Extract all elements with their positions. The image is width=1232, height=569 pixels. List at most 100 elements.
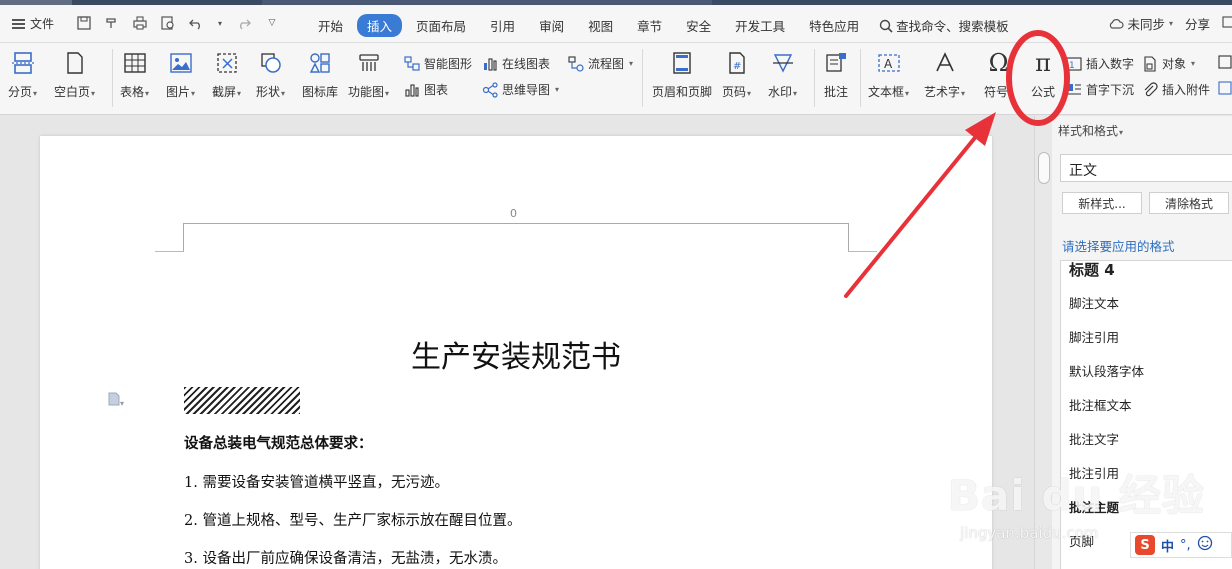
watermark-button[interactable]: 水印▾ xyxy=(768,49,797,100)
function-chart-icon xyxy=(355,49,383,77)
style-prompt: 请选择要应用的格式 xyxy=(1062,239,1175,254)
list-item[interactable]: 2. 管道上规格、型号、生产厂家标示放在醒目位置。 xyxy=(184,509,521,530)
shapes-icon xyxy=(257,49,285,77)
quick-access-toolbar: ▾ ▽ xyxy=(76,15,280,31)
tab-insert[interactable]: 插入 xyxy=(357,14,403,37)
art-text-label: 艺术字 xyxy=(924,85,961,99)
tab-references[interactable]: 引用 xyxy=(480,14,525,37)
textbox-icon: A xyxy=(875,49,903,77)
style-item[interactable]: 脚注文本 xyxy=(1069,293,1119,312)
svg-text:A: A xyxy=(884,57,893,71)
ime-mode[interactable]: 中 xyxy=(1161,536,1174,555)
insert-ribbon: 分页▾ 空白页▾ 表格▾ 图片▾ 截屏▾ 形状▾ 图标库 功能图▾ 智能图形 图… xyxy=(0,43,1232,115)
smart-art-button[interactable]: 智能图形 xyxy=(404,55,472,72)
document-page[interactable]: 0 生产安装规范书 设备总装电气规范总体要求： 1. 需要设备安装管道横平竖直，… xyxy=(40,136,992,569)
insert-number-label: 插入数字 xyxy=(1086,57,1135,71)
screenshot-button[interactable]: 截屏▾ xyxy=(212,49,241,100)
clear-format-button[interactable]: 清除格式 xyxy=(1149,192,1229,214)
ribbon-overflow-icon-2[interactable] xyxy=(1218,81,1232,98)
sync-status[interactable]: 未同步 ▾ xyxy=(1108,14,1173,33)
table-button[interactable]: 表格▾ xyxy=(120,49,149,100)
tab-developer[interactable]: 开发工具 xyxy=(725,14,795,37)
ribbon-overflow-icon[interactable] xyxy=(1218,55,1232,72)
online-chart-button[interactable]: 在线图表 xyxy=(482,55,550,72)
drop-cap-button[interactable]: 首字下沉 xyxy=(1066,81,1134,98)
picture-button[interactable]: 图片▾ xyxy=(166,49,195,100)
style-item-heading4[interactable]: 标题 4 xyxy=(1069,261,1115,280)
drop-cap-label: 首字下沉 xyxy=(1086,83,1135,97)
blank-page-label: 空白页 xyxy=(54,85,91,99)
style-item[interactable]: 批注框文本 xyxy=(1069,395,1132,414)
ime-toolbar[interactable]: S 中 °, xyxy=(1130,532,1232,558)
command-search[interactable]: 查找命令、搜索模板 xyxy=(879,16,1009,35)
list-item[interactable]: 1. 需要设备安装管道横平竖直，无污迹。 xyxy=(184,471,449,492)
share-button[interactable]: 分享 xyxy=(1185,14,1210,33)
header-page-number: 0 xyxy=(510,207,517,220)
comment-button[interactable]: 批注 xyxy=(822,49,850,100)
list-item[interactable]: 3. 设备出厂前应确保设备清洁，无盐渍，无水渍。 xyxy=(184,547,507,568)
flowchart-button[interactable]: 流程图 ▾ xyxy=(568,55,633,72)
icon-library-label: 图标库 xyxy=(302,85,339,99)
current-style-field[interactable]: 正文 xyxy=(1060,154,1232,182)
more-icon[interactable] xyxy=(1222,15,1232,32)
file-menu[interactable]: 文件 xyxy=(12,15,54,32)
undo-icon[interactable] xyxy=(188,15,204,31)
tab-home[interactable]: 开始 xyxy=(308,14,353,37)
ime-punctuation[interactable]: °, xyxy=(1180,538,1191,553)
table-label: 表格 xyxy=(120,85,145,99)
scroll-up-icon[interactable]: ▲ xyxy=(1040,118,1045,126)
tab-page-layout[interactable]: 页面布局 xyxy=(406,14,476,37)
undo-dropdown-icon[interactable]: ▾ xyxy=(216,15,224,31)
scroll-thumb[interactable] xyxy=(1038,152,1050,184)
tab-security[interactable]: 安全 xyxy=(676,14,721,37)
page-break-label: 分页 xyxy=(8,85,33,99)
tab-special[interactable]: 特色应用 xyxy=(799,14,869,37)
document-heading[interactable]: 设备总装电气规范总体要求： xyxy=(184,432,373,453)
textbox-button[interactable]: A 文本框▾ xyxy=(868,49,909,100)
document-title[interactable]: 生产安装规范书 xyxy=(40,332,992,376)
tab-section[interactable]: 章节 xyxy=(627,14,672,37)
picture-label: 图片 xyxy=(166,85,191,99)
drop-cap-icon xyxy=(1066,82,1082,98)
menu-right: 未同步 ▾ 分享 xyxy=(1108,14,1232,33)
page-number-button[interactable]: # 页码▾ xyxy=(722,49,751,100)
attachment-button[interactable]: 插入附件 xyxy=(1142,81,1210,98)
redo-icon[interactable] xyxy=(236,15,252,31)
print-preview-icon[interactable] xyxy=(160,15,176,31)
tab-review[interactable]: 审阅 xyxy=(529,14,574,37)
style-item[interactable]: 批注文字 xyxy=(1069,429,1119,448)
tab-view[interactable]: 视图 xyxy=(578,14,623,37)
paragraph-menu-icon[interactable]: ▾ xyxy=(108,392,124,409)
svg-text:1: 1 xyxy=(1069,61,1075,71)
function-chart-button[interactable]: 功能图▾ xyxy=(348,49,389,100)
new-style-button[interactable]: 新样式... xyxy=(1062,192,1142,214)
panel-title[interactable]: 样式和格式▾ xyxy=(1058,122,1123,139)
emoji-icon[interactable] xyxy=(1197,535,1213,555)
art-text-button[interactable]: 艺术字▾ xyxy=(924,49,965,100)
blank-page-button[interactable]: 空白页▾ xyxy=(54,49,95,100)
smart-art-icon xyxy=(404,55,420,72)
mind-map-button[interactable]: 思维导图 ▾ xyxy=(482,81,559,98)
command-search-label: 查找命令、搜索模板 xyxy=(896,19,1009,34)
omega-icon: Ω xyxy=(988,49,1009,77)
icon-library-button[interactable]: 图标库 xyxy=(302,49,338,100)
page-break-button[interactable]: 分页▾ xyxy=(8,49,37,100)
insert-number-button[interactable]: 1 插入数字 xyxy=(1066,55,1134,72)
flowchart-label: 流程图 xyxy=(588,57,625,71)
formula-button[interactable]: π 公式 xyxy=(1029,49,1057,100)
textbox-label: 文本框 xyxy=(868,85,905,99)
object-icon xyxy=(1142,55,1158,72)
comment-icon xyxy=(822,49,850,77)
format-painter-icon[interactable] xyxy=(104,15,120,31)
style-item[interactable]: 默认段落字体 xyxy=(1069,361,1144,380)
object-button[interactable]: 对象 ▾ xyxy=(1142,55,1195,72)
save-icon[interactable] xyxy=(76,15,92,31)
style-item[interactable]: 脚注引用 xyxy=(1069,327,1119,346)
print-icon[interactable] xyxy=(132,15,148,31)
header-footer-button[interactable]: 页眉和页脚 xyxy=(652,49,712,100)
chart-button[interactable]: 图表 xyxy=(404,81,448,98)
symbol-button[interactable]: Ω 符号▾ xyxy=(984,49,1013,100)
customize-qat-icon[interactable]: ▽ xyxy=(264,15,280,31)
shapes-button[interactable]: 形状▾ xyxy=(256,49,285,100)
sogou-logo-icon: S xyxy=(1135,535,1155,555)
